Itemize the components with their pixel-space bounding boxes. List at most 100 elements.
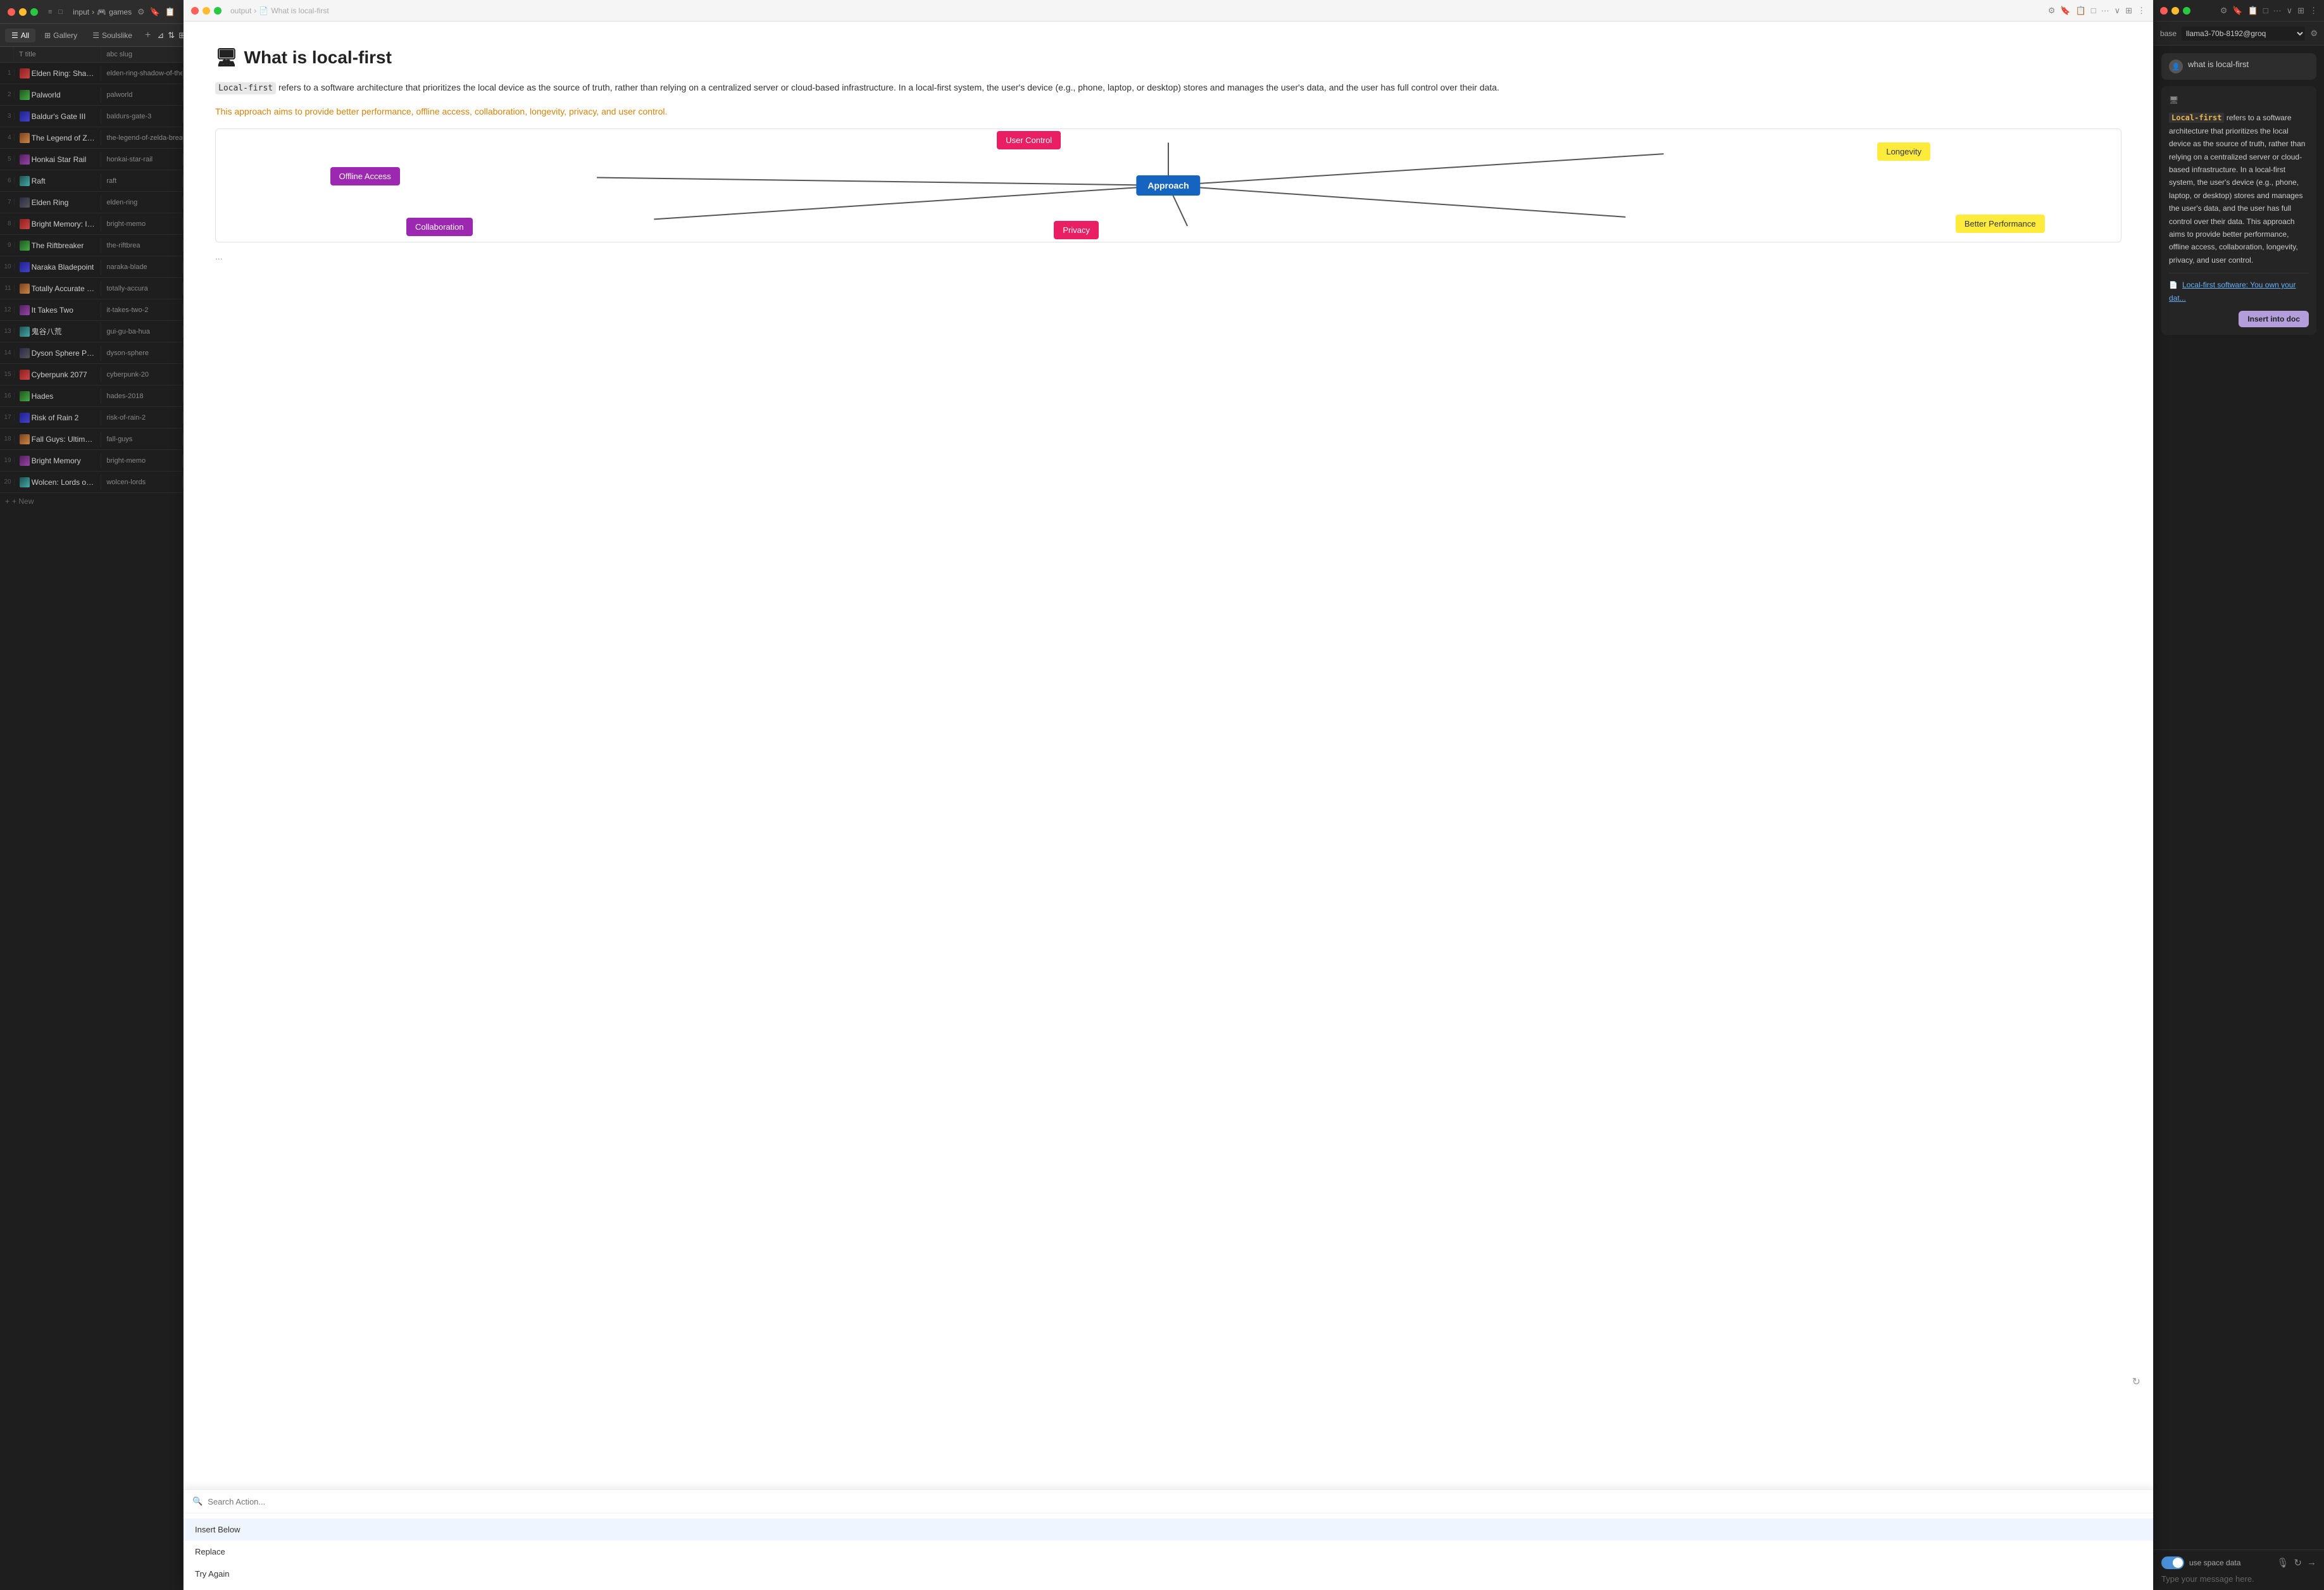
- row-slug: gui-gu-ba-hua: [101, 325, 183, 338]
- breadcrumb-games[interactable]: games: [109, 8, 132, 16]
- ai-more-icon[interactable]: ···: [2273, 6, 2282, 16]
- ai-menu-icon[interactable]: ⋮: [2309, 6, 2318, 16]
- doc-grid-icon[interactable]: ⊞: [2125, 6, 2132, 16]
- table-row[interactable]: 6 Raft raft: [0, 170, 183, 192]
- soulslike-icon: ☰: [92, 31, 99, 40]
- row-slug: it-takes-two-2: [101, 304, 183, 316]
- tab-all-label: All: [21, 31, 29, 40]
- mindmap-better-performance: Better Performance: [1956, 215, 2045, 233]
- table-row[interactable]: 1 Elden Ring: Shadow of the Erdtree elde…: [0, 63, 183, 84]
- bookmark-icon[interactable]: 🔖: [150, 7, 160, 17]
- ai-link[interactable]: Local-first software: You own your dat..…: [2169, 280, 2296, 303]
- doc-copy-icon[interactable]: 📋: [2076, 6, 2086, 16]
- copy-icon[interactable]: 📋: [165, 7, 175, 17]
- settings-icon[interactable]: ⚙: [137, 7, 145, 17]
- action-search-input[interactable]: [208, 1497, 2144, 1506]
- ai-use-space-toggle[interactable]: [2161, 1556, 2184, 1569]
- ai-microphone-icon[interactable]: 🎙: [2277, 1557, 2289, 1568]
- table-row[interactable]: 7 Elden Ring elden-ring: [0, 192, 183, 213]
- ai-send-icon[interactable]: →: [2307, 1557, 2316, 1568]
- ai-grid-icon[interactable]: ⊞: [2297, 6, 2304, 16]
- doc-maximize-button[interactable]: [214, 7, 222, 15]
- table-row[interactable]: 5 Honkai Star Rail honkai-star-rail: [0, 149, 183, 170]
- ai-insert-into-doc-button[interactable]: Insert into doc: [2239, 311, 2309, 327]
- tab-soulslike[interactable]: ☰ Soulslike: [86, 28, 139, 42]
- ai-settings-icon[interactable]: ⚙: [2220, 6, 2228, 16]
- doc-more-icon[interactable]: ···: [2101, 6, 2109, 16]
- table-row[interactable]: 13 鬼谷八荒 gui-gu-ba-hua: [0, 321, 183, 342]
- table-row[interactable]: 11 Totally Accurate Battle Simulator tot…: [0, 278, 183, 299]
- table-row[interactable]: 9 The Riftbreaker the-riftbrea: [0, 235, 183, 256]
- ai-maximize-button[interactable]: [2183, 7, 2190, 15]
- add-row-button[interactable]: + + New: [0, 493, 183, 510]
- ai-model-select[interactable]: llama3-70b-8192@groq: [2182, 27, 2305, 41]
- doc-settings-icon[interactable]: ⚙: [2048, 6, 2056, 16]
- close-button[interactable]: [8, 8, 15, 16]
- doc-bookmark-icon[interactable]: 🔖: [2060, 6, 2070, 16]
- doc-menu-icon[interactable]: ⋮: [2137, 6, 2146, 16]
- row-title: Cyberpunk 2077: [15, 367, 102, 382]
- ai-gear-icon[interactable]: ⚙: [2310, 28, 2318, 39]
- table-row[interactable]: 8 Bright Memory: Infinite bright-memo: [0, 213, 183, 235]
- row-title: Hades: [15, 389, 102, 404]
- col-header-title[interactable]: T title: [14, 47, 101, 62]
- doc-highlight-text: This approach aims to provide better per…: [215, 104, 2121, 120]
- row-title: Wolcen: Lords of Mayhem: [15, 475, 102, 490]
- tab-gallery[interactable]: ⊞ Gallery: [38, 28, 84, 42]
- ai-close-button[interactable]: [2160, 7, 2168, 15]
- maximize-button[interactable]: [30, 8, 38, 16]
- action-replace[interactable]: Replace: [184, 1541, 2153, 1563]
- ai-down-icon[interactable]: ∨: [2287, 6, 2293, 16]
- row-slug: wolcen-lords: [101, 476, 183, 489]
- doc-minimize-button[interactable]: [203, 7, 210, 15]
- table-row[interactable]: 19 Bright Memory bright-memo: [0, 450, 183, 472]
- table-row[interactable]: 18 Fall Guys: Ultimate Knockout fall-guy…: [0, 429, 183, 450]
- row-slug: totally-accura: [101, 282, 183, 295]
- breadcrumb-doc-title[interactable]: What is local-first: [271, 6, 328, 15]
- ai-toggle-knob: [2173, 1558, 2183, 1568]
- ai-split-icon[interactable]: □: [2263, 6, 2268, 16]
- ai-minimize-button[interactable]: [2171, 7, 2179, 15]
- ai-bookmark-icon[interactable]: 🔖: [2232, 6, 2242, 16]
- doc-down-icon[interactable]: ∨: [2115, 6, 2121, 16]
- table-row[interactable]: 2 Palworld palworld: [0, 84, 183, 106]
- row-slug: elden-ring-shadow-of-the-erdtree: [101, 67, 183, 80]
- window-icon[interactable]: □: [58, 8, 63, 16]
- table-row[interactable]: 17 Risk of Rain 2 risk-of-rain-2: [0, 407, 183, 429]
- ai-response: 🖥 Local-first refers to a software archi…: [2161, 86, 2316, 335]
- doc-split-icon[interactable]: □: [2091, 6, 2096, 16]
- row-slug: cyberpunk-20: [101, 368, 183, 381]
- table-row[interactable]: 10 Naraka Bladepoint naraka-blade: [0, 256, 183, 278]
- row-title: The Legend of Zelda: Tears of the Kingdo…: [15, 130, 102, 146]
- table-row[interactable]: 14 Dyson Sphere Program dyson-sphere: [0, 342, 183, 364]
- text-icon: T: [19, 51, 23, 58]
- window-right-controls: ⚙ 🔖 📋: [137, 7, 175, 17]
- table-row[interactable]: 4 The Legend of Zelda: Tears of the King…: [0, 127, 183, 149]
- doc-close-button[interactable]: [191, 7, 199, 15]
- tab-all[interactable]: ☰ All: [5, 28, 35, 42]
- ai-refresh-icon[interactable]: ↻: [2294, 1557, 2302, 1568]
- doc-traffic-lights: [191, 7, 222, 15]
- sort-icon[interactable]: ⇅: [168, 30, 175, 41]
- action-insert-below[interactable]: Insert Below: [184, 1518, 2153, 1541]
- ai-copy-icon[interactable]: 📋: [2248, 6, 2258, 16]
- table-row[interactable]: 20 Wolcen: Lords of Mayhem wolcen-lords: [0, 472, 183, 493]
- row-number: 12: [0, 306, 15, 313]
- table-row[interactable]: 3 Baldur's Gate III baldurs-gate-3: [0, 106, 183, 127]
- table-row[interactable]: 12 It Takes Two it-takes-two-2: [0, 299, 183, 321]
- row-number: 13: [0, 328, 15, 335]
- col-header-slug[interactable]: abc slug: [101, 47, 183, 62]
- filter-icon[interactable]: ⊿: [157, 30, 164, 41]
- menu-icon[interactable]: ≡: [48, 8, 52, 16]
- add-tab-button[interactable]: +: [141, 30, 154, 41]
- row-number: 11: [0, 285, 15, 292]
- regenerate-icon[interactable]: ↻: [2132, 1375, 2140, 1388]
- breadcrumb-input[interactable]: input: [73, 8, 89, 16]
- table-row[interactable]: 15 Cyberpunk 2077 cyberpunk-20: [0, 364, 183, 385]
- action-try-again[interactable]: Try Again: [184, 1563, 2153, 1585]
- table-row[interactable]: 16 Hades hades-2018: [0, 385, 183, 407]
- breadcrumb-output[interactable]: output: [230, 6, 251, 15]
- ai-insert-button-row: Insert into doc: [2169, 311, 2309, 327]
- minimize-button[interactable]: [19, 8, 27, 16]
- ai-input-placeholder[interactable]: Type your message here.: [2161, 1574, 2316, 1584]
